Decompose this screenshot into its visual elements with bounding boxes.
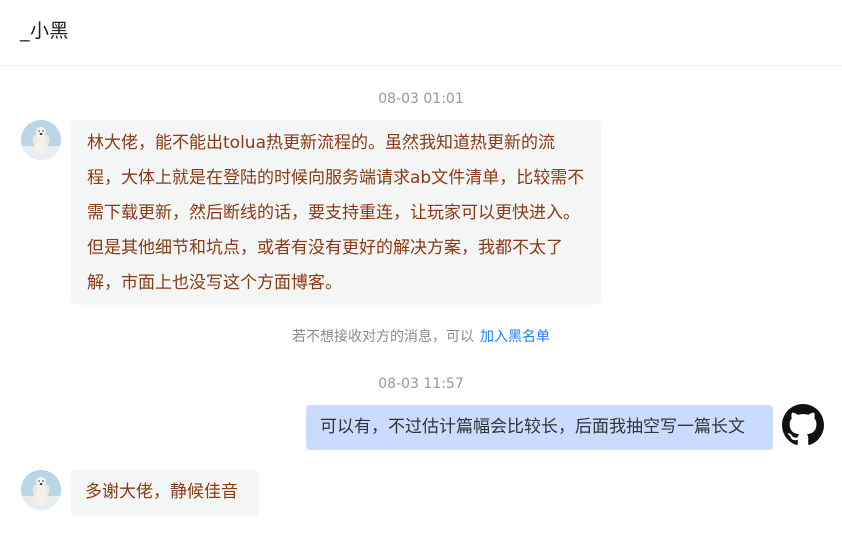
chat-header: _小黑 bbox=[0, 0, 842, 66]
message-bubble-incoming: 多谢大佬，静候佳音 bbox=[71, 470, 258, 515]
self-avatar[interactable] bbox=[782, 404, 824, 446]
polar-bear-avatar-icon bbox=[21, 120, 61, 160]
block-notice: 若不想接收对方的消息，可以 加入黑名单 bbox=[0, 326, 842, 346]
polar-bear-avatar-icon bbox=[21, 470, 61, 510]
user-avatar[interactable] bbox=[21, 470, 61, 510]
user-avatar[interactable] bbox=[21, 120, 61, 160]
message-list[interactable]: 08-03 01:01 林大佬，能不能出tolua热更新流程的。虽然我知道热更新… bbox=[0, 67, 842, 540]
conversation-title: _小黑 bbox=[20, 20, 70, 42]
message-timestamp: 08-03 11:57 bbox=[378, 376, 464, 392]
github-icon bbox=[782, 404, 824, 445]
message-timestamp: 08-03 01:01 bbox=[378, 91, 464, 107]
add-to-blacklist-link[interactable]: 加入黑名单 bbox=[480, 329, 550, 345]
message-bubble-outgoing: 可以有，不过估计篇幅会比较长，后面我抽空写一篇长文 bbox=[306, 405, 773, 450]
message-bubble-incoming: 林大佬，能不能出tolua热更新流程的。虽然我知道热更新的流程，大体上就是在登陆… bbox=[71, 120, 601, 303]
block-notice-text: 若不想接收对方的消息，可以 bbox=[292, 329, 474, 345]
